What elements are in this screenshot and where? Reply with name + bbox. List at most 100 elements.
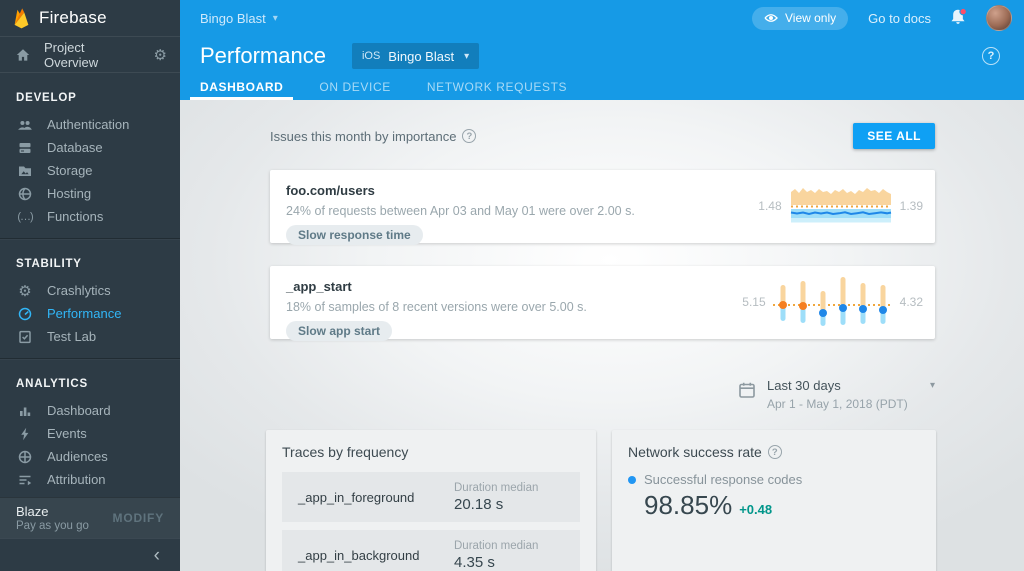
storage-icon — [16, 163, 34, 179]
sidebar-item-audiences[interactable]: Audiences — [0, 445, 180, 468]
firebase-console: Firebase Project Overview ⚙ DEVELOP Auth… — [0, 0, 1024, 571]
topbar: Bingo Blast ▾ View only Go to docs — [180, 0, 1024, 36]
eye-icon — [764, 14, 778, 22]
speedometer-icon — [16, 306, 34, 322]
globe-icon — [16, 186, 34, 202]
traces-card-title: Traces by frequency — [282, 444, 409, 460]
project-settings-gear-icon[interactable]: ⚙ — [154, 46, 180, 64]
metric-label: Duration median — [454, 539, 539, 552]
traces-by-frequency-card: Traces by frequency _app_in_foreground D… — [266, 430, 596, 571]
sidebar: Firebase Project Overview ⚙ DEVELOP Auth… — [0, 0, 180, 571]
nav-item-label: Authentication — [47, 117, 130, 132]
issue-tag-chip[interactable]: Slow app start — [286, 321, 393, 341]
sidebar-collapse-bar: ‹ — [0, 538, 180, 571]
legend-label: Successful response codes — [644, 472, 803, 487]
sidebar-item-storage[interactable]: Storage — [0, 159, 180, 182]
network-card-title: Network success rate — [628, 444, 762, 460]
firebase-logo[interactable]: Firebase — [0, 0, 180, 36]
chevron-down-icon: ▾ — [272, 12, 278, 24]
sidebar-item-crashlytics[interactable]: ⚙ Crashlytics — [0, 279, 180, 302]
nav-section-analytics: ANALYTICS Dashboard Events Audiences Att… — [0, 358, 180, 497]
section-label: ANALYTICS — [16, 378, 88, 390]
collapse-sidebar-icon[interactable]: ‹ — [154, 546, 160, 565]
trace-row-app-in-background[interactable]: _app_in_background Duration median 4.35 … — [282, 530, 580, 571]
app-selector[interactable]: iOS Bingo Blast ▾ — [351, 43, 480, 69]
date-range-label: Last 30 days — [767, 378, 841, 393]
view-only-label: View only — [784, 11, 837, 25]
metric-value: 20.18 s — [454, 495, 504, 513]
chevron-down-icon: ▾ — [929, 380, 935, 391]
tab-on-device[interactable]: ON DEVICE — [309, 76, 400, 100]
issue-card-foo-com-users[interactable]: foo.com/users 24% of requests between Ap… — [270, 170, 935, 245]
help-icon[interactable]: ? — [462, 129, 477, 143]
lightning-icon — [16, 426, 34, 442]
calendar-icon — [738, 378, 756, 411]
list-arrow-icon — [16, 472, 34, 488]
issue-card-app-start[interactable]: _app_start 18% of samples of 8 recent ve… — [270, 266, 935, 341]
spark-left-value: 5.15 — [742, 295, 766, 309]
billing-plan-row: Blaze Pay as you go MODIFY — [0, 497, 180, 538]
tab-network-requests[interactable]: NETWORK REQUESTS — [417, 76, 577, 100]
nav-section-develop: DEVELOP Authentication Database Storage … — [0, 73, 180, 238]
sidebar-item-performance[interactable]: Performance — [0, 302, 180, 325]
nav-item-label: Events — [47, 426, 87, 441]
network-success-rate-card: Network success rate ? Successful respon… — [612, 430, 936, 571]
date-range-picker[interactable]: Last 30 days ▾ Apr 1 - May 1, 2018 (PDT) — [738, 378, 935, 411]
go-to-docs-link[interactable]: Go to docs — [868, 11, 931, 26]
project-overview-label: Project Overview — [44, 39, 99, 70]
nav-item-label: Attribution — [47, 472, 106, 487]
nav-item-label: Functions — [47, 209, 104, 224]
main-area: Bingo Blast ▾ View only Go to docs Perfo… — [180, 0, 1024, 571]
clipboard-check-icon — [16, 329, 34, 345]
firebase-flame-icon — [14, 8, 29, 29]
metric-label: Duration median — [454, 481, 539, 494]
view-only-badge[interactable]: View only — [751, 6, 849, 30]
notifications-bell-icon[interactable] — [949, 7, 971, 28]
page-title: Performance — [200, 43, 326, 68]
response-time-sparkline: 1.48 1.39 — [758, 179, 923, 233]
dashboard-content: Issues this month by importance ? SEE AL… — [180, 100, 1024, 571]
sidebar-item-authentication[interactable]: Authentication — [0, 113, 180, 136]
spark-right-value: 4.32 — [899, 295, 923, 309]
sidebar-item-hosting[interactable]: Hosting — [0, 182, 180, 205]
success-rate-delta: +0.48 — [739, 502, 773, 517]
nav-item-label: Crashlytics — [47, 283, 111, 298]
database-icon — [16, 140, 34, 156]
success-rate-value: 98.85% — [644, 490, 733, 520]
nav-item-label: Hosting — [47, 186, 92, 201]
tab-bar: DASHBOARD ON DEVICE NETWORK REQUESTS — [180, 76, 1024, 100]
legend-dot — [628, 475, 636, 484]
people-icon — [16, 117, 34, 133]
sidebar-item-database[interactable]: Database — [0, 136, 180, 159]
sidebar-item-dashboard[interactable]: Dashboard — [0, 399, 180, 422]
section-label: STABILITY — [16, 258, 82, 270]
modify-plan-button[interactable]: MODIFY — [113, 511, 164, 525]
see-all-button[interactable]: SEE ALL — [853, 123, 935, 149]
user-avatar[interactable] — [986, 5, 1012, 31]
nav-item-label: Performance — [47, 306, 122, 321]
project-switcher[interactable]: Bingo Blast ▾ — [200, 11, 278, 26]
sidebar-item-events[interactable]: Events — [0, 422, 180, 445]
sidebar-item-test-lab[interactable]: Test Lab — [0, 325, 180, 348]
spark-left-value: 1.48 — [758, 199, 782, 213]
plan-description: Pay as you go — [16, 520, 89, 532]
issue-tag-chip[interactable]: Slow response time — [286, 225, 423, 245]
help-icon[interactable]: ? — [767, 445, 782, 459]
tab-dashboard[interactable]: DASHBOARD — [190, 76, 294, 100]
trace-name: _app_in_background — [298, 547, 420, 563]
sidebar-item-project-overview[interactable]: Project Overview ⚙ — [0, 36, 180, 73]
page-header: Performance iOS Bingo Blast ▾ ? — [180, 36, 1024, 76]
sidebar-item-functions[interactable]: (…) Functions — [0, 205, 180, 228]
help-icon[interactable]: ? — [982, 47, 1000, 65]
issues-section: Issues this month by importance ? SEE AL… — [270, 122, 935, 341]
sidebar-item-attribution[interactable]: Attribution — [0, 468, 180, 491]
home-icon — [16, 48, 30, 61]
sidebar-nav: DEVELOP Authentication Database Storage … — [0, 73, 180, 497]
sparkline-chart — [790, 188, 891, 223]
nav-item-label: Dashboard — [47, 403, 111, 418]
trace-row-app-in-foreground[interactable]: _app_in_foreground Duration median 20.18… — [282, 472, 580, 522]
spark-right-value: 1.39 — [899, 199, 923, 213]
bar-chart-icon — [16, 403, 34, 419]
issues-title: Issues this month by importance — [270, 128, 457, 144]
globe-grid-icon — [16, 449, 34, 465]
